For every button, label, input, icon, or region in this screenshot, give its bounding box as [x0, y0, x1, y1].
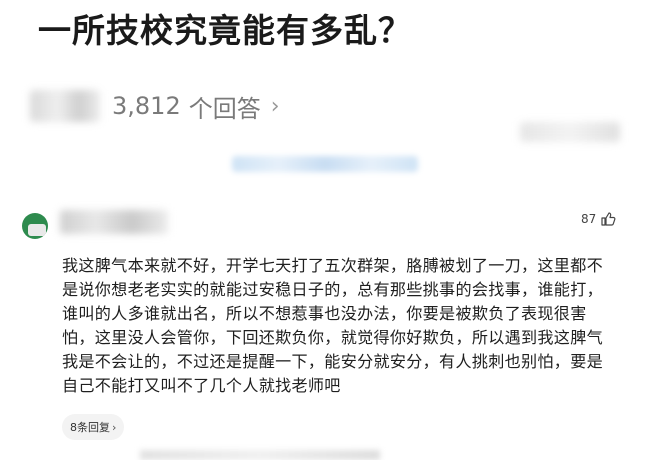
blurred-username[interactable] — [60, 210, 168, 234]
replies-label: 8条回复 — [70, 421, 110, 434]
like-button[interactable]: 87 — [581, 211, 616, 227]
thumb-up-icon[interactable] — [600, 211, 616, 227]
comment-line: 自己不能打又叫不了几个人就找老师吧 — [62, 376, 341, 395]
comment-text: 我这脾气本来就不好，开学七天打了五次群架，胳膊被划了一刀，这里都不 是说你想老老… — [62, 254, 634, 398]
comment-line: 我这脾气本来就不好，开学七天打了五次群架，胳膊被划了一刀，这里都不 — [62, 256, 603, 275]
comment-line: 是说你想老老实实的就能过安稳日子的，总有那些挑事的会找事，谁能打， — [62, 280, 603, 299]
blurred-next-comment — [140, 450, 380, 460]
answers-count: 3,812 — [112, 92, 181, 120]
view-replies-button[interactable]: 8条回复 › — [62, 414, 125, 440]
question-title: 一所技校究竟能有多乱？ — [38, 11, 412, 50]
blurred-link[interactable] — [232, 156, 418, 172]
chevron-right-icon: › — [112, 420, 117, 434]
answers-unit: 个回答 — [188, 94, 261, 123]
answers-summary[interactable]: 3,812 个回答 › — [30, 86, 280, 126]
blurred-meta — [520, 122, 620, 142]
comment-line: 谁叫的人多谁就出名，所以不想惹事也没办法，你要是被欺负了表现很害 — [62, 304, 587, 323]
blurred-avatars — [30, 90, 100, 122]
avatar[interactable] — [22, 213, 48, 239]
chevron-right-icon[interactable]: › — [271, 94, 280, 119]
comment-line: 怕，这里没人会管你，下回还欺负你，就觉得你好欺负，所以遇到我这脾气 — [62, 328, 603, 347]
like-count: 87 — [581, 212, 597, 226]
comment-line: 我是不会让的，不过还是提醒一下，能安分就安分，有人挑刺也别怕，要是 — [62, 352, 603, 371]
